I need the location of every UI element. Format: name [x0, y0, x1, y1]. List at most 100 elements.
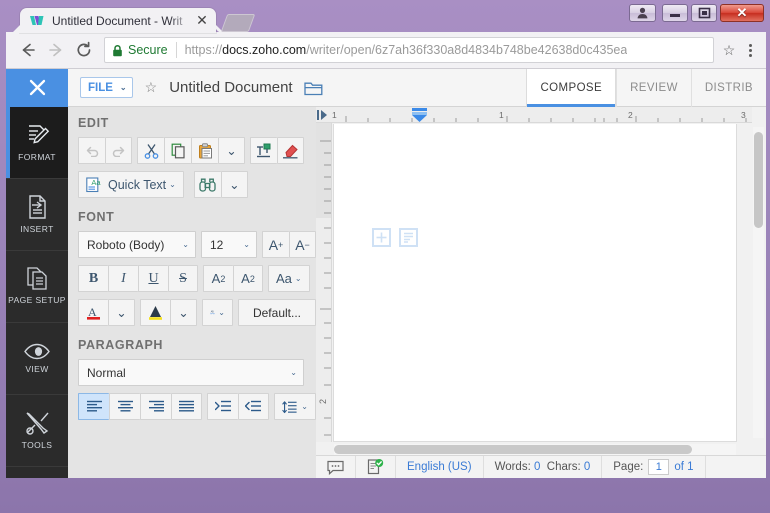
- horizontal-scrollbar[interactable]: [334, 444, 736, 455]
- sidebar-item-view[interactable]: VIEW: [6, 323, 68, 395]
- window-caption-buttons: ✕: [629, 4, 764, 22]
- superscript-button[interactable]: A2: [203, 265, 233, 292]
- tab-distribute[interactable]: DISTRIB: [690, 69, 766, 107]
- comment-icon[interactable]: [316, 455, 356, 478]
- reload-button[interactable]: [70, 36, 98, 64]
- browser-tab[interactable]: Untitled Document - Writ ✕: [20, 8, 216, 33]
- document-title[interactable]: Untitled Document: [169, 79, 292, 96]
- subscript-button[interactable]: A2: [233, 265, 263, 292]
- sidebar-item-label: INSERT: [20, 224, 54, 235]
- sidebar-item-label: PAGE SETUP: [8, 295, 66, 306]
- favorite-star-icon[interactable]: ☆: [145, 79, 158, 96]
- increase-font-label: A: [268, 236, 279, 253]
- sidebar-item-page-setup[interactable]: PAGE SETUP: [6, 251, 68, 323]
- chevron-down-icon: ⌄: [169, 180, 176, 189]
- format-painter-icon[interactable]: [250, 137, 277, 164]
- page-total-label: of 1: [674, 461, 694, 473]
- highlight-color-button[interactable]: [140, 299, 170, 326]
- indent-decrease-icon[interactable]: [238, 393, 269, 420]
- highlight-caret-icon[interactable]: ⌄: [170, 299, 197, 326]
- chars-label: Chars:: [546, 461, 581, 473]
- change-case-button[interactable]: Aa ⌄: [268, 265, 310, 292]
- text-color-button[interactable]: A: [78, 299, 108, 326]
- vertical-scrollbar[interactable]: [753, 127, 764, 438]
- tab-review[interactable]: REVIEW: [616, 69, 691, 107]
- increase-font-size-button[interactable]: A +: [262, 231, 289, 258]
- tab-close-icon[interactable]: ✕: [194, 12, 210, 29]
- back-button[interactable]: [14, 36, 42, 64]
- app-header: FILE ⌄ ☆ Untitled Document COMPOSE REVIE…: [6, 69, 766, 107]
- svg-text:A: A: [88, 305, 97, 319]
- align-justify-icon[interactable]: [171, 393, 202, 420]
- document-page[interactable]: [333, 124, 737, 442]
- words-label: Words:: [494, 461, 531, 473]
- sidebar-item-format[interactable]: FORMAT: [6, 107, 68, 179]
- subscript-sub: 2: [249, 273, 255, 284]
- close-document-button[interactable]: [6, 69, 68, 107]
- tab-title: Untitled Document - Writ: [52, 13, 183, 28]
- paragraph-style-select[interactable]: Normal ⌄: [78, 359, 304, 386]
- vertical-ruler[interactable]: 2: [316, 123, 332, 442]
- url-text: https://docs.zoho.com/writer/open/6z7ah3…: [185, 43, 628, 57]
- status-bar-spacer: [706, 456, 728, 479]
- address-bar[interactable]: Secure https://docs.zoho.com/writer/open…: [104, 37, 714, 63]
- page-number-input[interactable]: 1: [648, 459, 670, 475]
- sidebar-item-label: FORMAT: [18, 152, 56, 163]
- line-spacing-button[interactable]: ⌄: [274, 393, 316, 420]
- bookmark-star-icon[interactable]: ☆: [718, 42, 740, 59]
- paste-icon[interactable]: [191, 137, 218, 164]
- horizontal-scrollbar-thumb[interactable]: [334, 445, 692, 454]
- language-label[interactable]: English (US): [396, 455, 484, 478]
- new-tab-button[interactable]: [220, 14, 256, 32]
- default-style-button[interactable]: Default...: [237, 299, 316, 326]
- document-placeholder-icons: [372, 228, 418, 247]
- clear-formatting-icon[interactable]: [277, 137, 304, 164]
- italic-button[interactable]: I: [108, 265, 138, 292]
- add-content-icon[interactable]: [372, 228, 391, 247]
- app-body: FORMAT INSERT PAGE SETUP VIEW TOOLS EDIT…: [6, 107, 766, 478]
- indent-increase-icon[interactable]: [207, 393, 238, 420]
- decrease-font-size-button[interactable]: A −: [289, 231, 316, 258]
- change-case-label: Aa: [276, 271, 292, 286]
- cut-icon[interactable]: [137, 137, 164, 164]
- copy-icon[interactable]: [164, 137, 191, 164]
- zoho-writer-favicon-icon: [30, 14, 45, 28]
- content-list-icon[interactable]: [399, 228, 418, 247]
- file-menu-button[interactable]: FILE ⌄: [80, 77, 133, 98]
- undo-icon: [78, 137, 105, 164]
- vertical-scrollbar-thumb[interactable]: [754, 132, 763, 228]
- align-center-icon[interactable]: [109, 393, 140, 420]
- underline-button[interactable]: U: [138, 265, 168, 292]
- paste-options-caret-icon[interactable]: ⌄: [218, 137, 245, 164]
- align-left-icon[interactable]: [78, 393, 109, 420]
- alignment-group: [78, 393, 202, 420]
- font-size-select[interactable]: 12 ⌄: [201, 231, 257, 258]
- user-account-button[interactable]: [629, 4, 656, 22]
- chevron-down-icon: ⌄: [290, 368, 297, 377]
- font-family-select[interactable]: Roboto (Body) ⌄: [78, 231, 196, 258]
- chrome-menu-icon[interactable]: [740, 43, 760, 57]
- font-size-value: 12: [210, 237, 224, 252]
- horizontal-ruler[interactable]: 1 1 2 3: [316, 107, 752, 123]
- sidebar-item-tools[interactable]: TOOLS: [6, 395, 68, 467]
- folder-icon[interactable]: [303, 80, 323, 96]
- url-scheme: https://: [184, 43, 223, 57]
- tools-icon: [24, 411, 51, 436]
- tab-compose[interactable]: COMPOSE: [526, 69, 617, 107]
- maximize-button[interactable]: [691, 4, 717, 22]
- edit-section-title: EDIT: [78, 116, 109, 130]
- spellcheck-icon[interactable]: [356, 455, 396, 478]
- bold-button[interactable]: B: [78, 265, 108, 292]
- sidebar-item-insert[interactable]: INSERT: [6, 179, 68, 251]
- svg-text:2: 2: [318, 399, 328, 404]
- window-close-button[interactable]: ✕: [720, 4, 764, 22]
- minimize-button[interactable]: [662, 4, 688, 22]
- align-right-icon[interactable]: [140, 393, 171, 420]
- browser-navigation-bar: Secure https://docs.zoho.com/writer/open…: [6, 32, 766, 69]
- text-color-caret-icon[interactable]: ⌄: [108, 299, 135, 326]
- character-spacing-button[interactable]: AB ⌄: [202, 299, 233, 326]
- find-options-caret-icon[interactable]: ⌄: [220, 171, 248, 198]
- quick-text-button[interactable]: Aa Quick Text ⌄: [78, 171, 184, 198]
- strikethrough-button[interactable]: S: [168, 265, 198, 292]
- binoculars-icon[interactable]: [193, 171, 221, 198]
